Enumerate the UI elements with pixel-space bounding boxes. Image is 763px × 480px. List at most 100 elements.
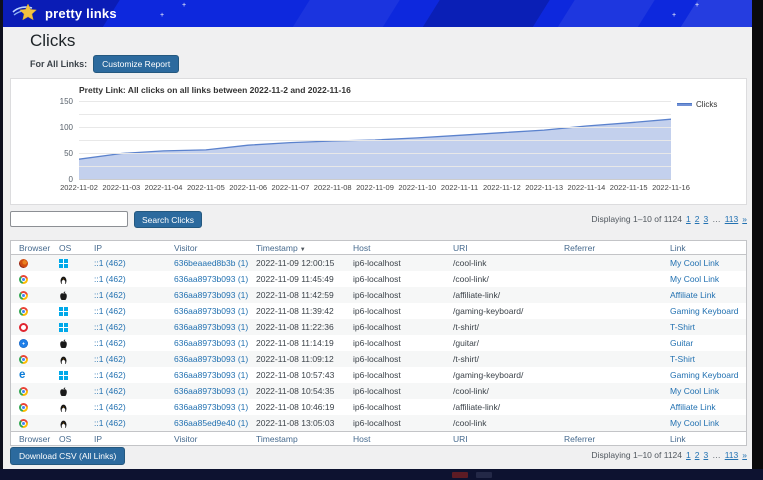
pagination-page-link[interactable]: 2 <box>695 214 700 224</box>
page-title: Clicks <box>30 31 75 51</box>
column-header-host[interactable]: Host <box>345 434 445 444</box>
pagination-next-link[interactable]: » <box>742 214 747 224</box>
window-left-edge <box>0 0 3 480</box>
visitor-link[interactable]: 636aa8973b093 (1) <box>174 306 248 316</box>
visitor-link[interactable]: 636aa8973b093 (1) <box>174 338 248 348</box>
clicks-chart-panel: Pretty Link: All clicks on all links bet… <box>10 78 747 205</box>
column-header-uri[interactable]: URI <box>445 434 556 444</box>
column-header-os[interactable]: OS <box>51 434 86 444</box>
windows-os-icon <box>59 307 68 316</box>
x-axis-tick-label: 2022-11-09 <box>356 183 394 192</box>
column-header-browser[interactable]: Browser <box>11 434 51 444</box>
legend-label: Clicks <box>696 100 717 109</box>
linux-os-icon <box>59 275 68 284</box>
column-header-browser[interactable]: Browser <box>11 243 51 253</box>
column-header-ip[interactable]: IP <box>86 434 166 444</box>
search-clicks-button[interactable]: Search Clicks <box>134 211 202 228</box>
taskbar-app-icon[interactable] <box>452 472 468 478</box>
pretty-link[interactable]: My Cool Link <box>670 418 719 428</box>
pretty-link[interactable]: Affiliate Link <box>670 402 716 412</box>
customize-report-button[interactable]: Customize Report <box>93 55 179 73</box>
x-axis-tick-label: 2022-11-11 <box>441 183 478 192</box>
visitor-link[interactable]: 636aa8973b093 (1) <box>174 274 248 284</box>
windows-os-icon <box>59 371 68 380</box>
pretty-links-star-icon <box>12 3 40 23</box>
pagination-ellipsis: … <box>712 450 721 460</box>
table-row: ::1 (462)636aa8973b093 (1)2022-11-08 10:… <box>11 399 746 415</box>
pretty-link[interactable]: Guitar <box>670 338 693 348</box>
pagination-page-link[interactable]: 1 <box>686 450 691 460</box>
visitor-link[interactable]: 636aa8973b093 (1) <box>174 354 248 364</box>
download-csv-button[interactable]: Download CSV (All Links) <box>10 447 125 465</box>
search-input[interactable] <box>10 211 128 227</box>
visitor-link[interactable]: 636aa8973b093 (1) <box>174 290 248 300</box>
pretty-link[interactable]: T-Shirt <box>670 322 695 332</box>
pagination-page-link[interactable]: 1 <box>686 214 691 224</box>
pretty-link[interactable]: Affiliate Link <box>670 290 716 300</box>
visitor-link[interactable]: 636aa8973b093 (1) <box>174 402 248 412</box>
column-header-timestamp[interactable]: Timestamp <box>248 434 345 444</box>
ip-link[interactable]: ::1 (462) <box>94 354 126 364</box>
table-row: ::1 (462)636aa8973b093 (1)2022-11-08 11:… <box>11 351 746 367</box>
column-header-os[interactable]: OS <box>51 243 86 253</box>
visitor-link[interactable]: 636aa8973b093 (1) <box>174 370 248 380</box>
column-header-ip[interactable]: IP <box>86 243 166 253</box>
x-axis-tick-label: 2022-11-08 <box>314 183 352 192</box>
browser-cell <box>11 418 51 428</box>
x-axis-tick-label: 2022-11-05 <box>187 183 225 192</box>
ip-link[interactable]: ::1 (462) <box>94 338 126 348</box>
column-header-link[interactable]: Link <box>662 243 746 253</box>
firefox-browser-icon <box>19 259 28 268</box>
visitor-link[interactable]: 636aa8973b093 (1) <box>174 386 248 396</box>
ip-link[interactable]: ::1 (462) <box>94 402 126 412</box>
os-cell <box>51 338 86 348</box>
column-header-visitor[interactable]: Visitor <box>166 243 248 253</box>
windows-os-icon <box>59 259 68 268</box>
column-header-visitor[interactable]: Visitor <box>166 434 248 444</box>
window-right-edge <box>752 0 763 480</box>
chrome-browser-icon <box>19 387 28 396</box>
sparkle-icon: + <box>160 12 164 19</box>
pretty-link[interactable]: My Cool Link <box>670 274 719 284</box>
pagination-next-link[interactable]: » <box>742 450 747 460</box>
ip-link[interactable]: ::1 (462) <box>94 306 126 316</box>
visitor-link[interactable]: 636aa85ed9e40 (1) <box>174 418 248 428</box>
chart-gridline <box>79 153 671 154</box>
chart-gridline <box>79 179 671 180</box>
timestamp-value: 2022-11-08 10:57:43 <box>248 370 345 380</box>
column-header-referrer[interactable]: Referrer <box>556 243 662 253</box>
x-axis-tick-label: 2022-11-12 <box>483 183 521 192</box>
visitor-link[interactable]: 636aa8973b093 (1) <box>174 322 248 332</box>
ip-link[interactable]: ::1 (462) <box>94 322 126 332</box>
x-axis-tick-label: 2022-11-16 <box>652 183 690 192</box>
pagination-page-link[interactable]: 3 <box>703 450 708 460</box>
chrome-browser-icon <box>19 307 28 316</box>
ip-link[interactable]: ::1 (462) <box>94 274 126 284</box>
visitor-link[interactable]: 636beaaed8b3b (1) <box>174 258 248 268</box>
os-cell <box>51 370 86 380</box>
ip-link[interactable]: ::1 (462) <box>94 386 126 396</box>
ip-link[interactable]: ::1 (462) <box>94 258 126 268</box>
ip-link[interactable]: ::1 (462) <box>94 290 126 300</box>
ip-link[interactable]: ::1 (462) <box>94 418 126 428</box>
host-value: ip6-localhost <box>345 418 445 428</box>
pretty-link[interactable]: Gaming Keyboard <box>670 306 739 316</box>
pagination-last-page-link[interactable]: 113 <box>725 450 739 460</box>
pretty-link[interactable]: T-Shirt <box>670 354 695 364</box>
uri-value: /t-shirt/ <box>445 354 556 364</box>
pretty-link[interactable]: My Cool Link <box>670 386 719 396</box>
pretty-link[interactable]: My Cool Link <box>670 258 719 268</box>
ip-link[interactable]: ::1 (462) <box>94 370 126 380</box>
logo-text: pretty links <box>45 6 117 21</box>
column-header-link[interactable]: Link <box>662 434 746 444</box>
column-header-uri[interactable]: URI <box>445 243 556 253</box>
pagination-page-link[interactable]: 2 <box>695 450 700 460</box>
pagination-last-page-link[interactable]: 113 <box>725 214 739 224</box>
column-header-referrer[interactable]: Referrer <box>556 434 662 444</box>
column-header-host[interactable]: Host <box>345 243 445 253</box>
x-axis-tick-label: 2022-11-15 <box>610 183 648 192</box>
column-header-timestamp[interactable]: Timestamp▼ <box>248 243 345 253</box>
pagination-page-link[interactable]: 3 <box>703 214 708 224</box>
pretty-link[interactable]: Gaming Keyboard <box>670 370 739 380</box>
taskbar-app-icon[interactable] <box>476 472 492 478</box>
